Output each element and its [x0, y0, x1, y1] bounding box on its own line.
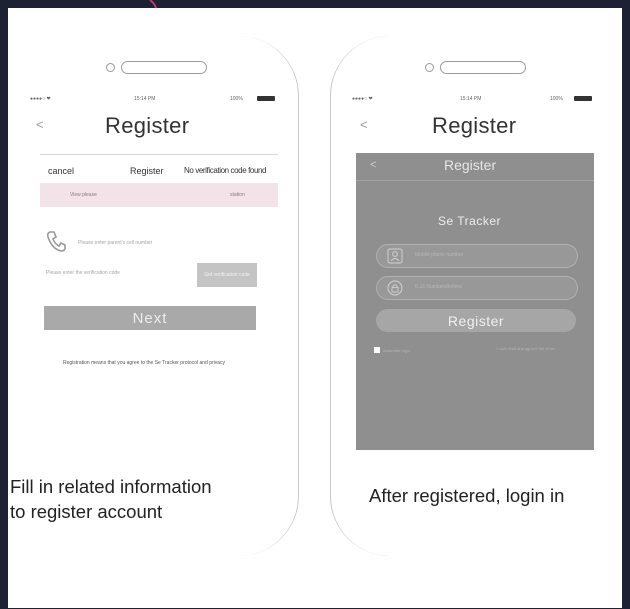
left-status-battery: 100%	[230, 96, 243, 102]
left-no-code-link[interactable]: No verification code found	[184, 166, 267, 175]
left-phone-speaker	[121, 61, 207, 74]
left-battery-icon	[257, 96, 275, 101]
right-status-battery: 100%	[550, 96, 563, 102]
phone-number-field[interactable]: Mobile phone number	[376, 244, 578, 268]
phone-number-input[interactable]: Please enter parent's cell number	[78, 240, 152, 246]
next-button[interactable]: Next	[44, 306, 256, 330]
verification-code-input[interactable]: Please enter the verification code	[46, 270, 120, 276]
left-caption-line1: Fill in related information	[10, 476, 212, 497]
left-register-label: Register	[130, 166, 164, 176]
inner-title: Register	[444, 157, 497, 173]
left-divider	[40, 154, 278, 155]
notice-left-text: View please	[70, 192, 97, 198]
password-field[interactable]: 6-16 Numbers/letters	[376, 276, 578, 300]
user-icon	[387, 248, 403, 264]
right-page-title: Register	[432, 113, 517, 138]
right-phone-speaker	[440, 61, 526, 74]
left-cancel-link[interactable]: cancel	[48, 166, 74, 176]
register-button[interactable]: Register	[376, 309, 576, 332]
inner-header-divider	[356, 180, 594, 181]
right-status-signal: ●●●●○ ❤	[352, 96, 373, 102]
auto-login-label: Automatic login	[383, 348, 411, 353]
agreement-text: Registration means that you agree to the…	[63, 360, 226, 366]
brand-name: Se Tracker	[438, 214, 502, 228]
inner-back-button[interactable]: <	[370, 159, 376, 171]
instruction-page: ●●●●○ ❤ 15:14 PM 100% < Register cancel …	[8, 8, 622, 608]
left-status-signal: ●●●●○ ❤	[30, 96, 51, 102]
left-phone-camera	[106, 63, 115, 72]
password-placeholder: 6-16 Numbers/letters	[415, 284, 462, 290]
lock-icon	[387, 280, 403, 296]
left-back-button[interactable]: <	[36, 117, 44, 132]
auto-login-checkbox[interactable]	[374, 347, 380, 353]
notice-right-text: station	[230, 192, 245, 198]
right-status-time: 15:14 PM	[460, 96, 482, 102]
right-caption: After registered, login in	[369, 485, 565, 506]
get-code-button[interactable]: Get verification code	[197, 263, 257, 287]
terms-note[interactable]: I have read and agreed the terms	[496, 346, 555, 351]
login-screen	[356, 153, 594, 450]
right-battery-icon	[574, 96, 592, 101]
left-caption-line2: to register account	[10, 501, 163, 522]
right-back-button[interactable]: <	[360, 117, 368, 132]
right-phone-camera	[425, 63, 434, 72]
phone-icon	[46, 231, 66, 252]
left-status-time: 15:14 PM	[134, 96, 156, 102]
left-page-title: Register	[105, 113, 190, 138]
phone-number-placeholder: Mobile phone number	[415, 252, 464, 258]
